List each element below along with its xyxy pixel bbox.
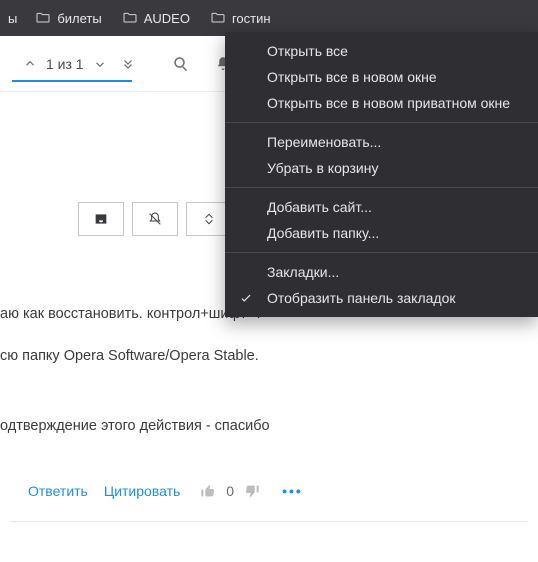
active-tab-underline [12,80,132,82]
bookmark-folder-hotels[interactable]: гостин [200,0,281,36]
folder-icon [35,10,51,26]
menu-open-all[interactable]: Открыть все [225,38,538,64]
thumb-up-icon [200,483,216,499]
nav-next-button[interactable] [86,46,114,82]
downvote-button[interactable] [244,483,260,499]
vote-count: 0 [226,483,234,499]
post-line: одтверждение этого действия - спасибо [0,378,538,448]
chevron-up-icon [23,57,37,71]
folder-label: билеты [57,11,101,26]
divider [10,521,528,522]
menu-bookmarks[interactable]: Закладки... [225,259,538,285]
menu-label: Отобразить панель закладок [267,290,456,306]
quote-link[interactable]: Цитировать [104,483,180,499]
bookmark-folder-tickets[interactable]: билеты [25,0,111,36]
inbox-button[interactable] [78,202,124,236]
folder-label: гостин [232,11,271,26]
double-chevron-down-icon [121,57,135,71]
search-icon [172,55,190,73]
menu-add-site[interactable]: Добавить сайт... [225,194,538,220]
truncated-folder-label: ы [6,11,19,26]
menu-show-bookmarks-bar[interactable]: Отобразить панель закладок [225,285,538,311]
reply-link[interactable]: Ответить [28,483,88,499]
inbox-icon [93,211,109,227]
bell-off-icon [147,211,163,227]
nav-count: 1 из 1 [44,56,86,72]
check-icon [239,291,253,305]
chevron-down-icon [93,57,107,71]
menu-separator [225,252,538,253]
folder-icon [122,10,138,26]
nav-first-button[interactable] [16,46,44,82]
sort-icon [201,211,217,227]
post-line: сю папку Opera Software/Opera Stable. [0,336,538,378]
menu-rename[interactable]: Переименовать... [225,129,538,155]
mute-button[interactable] [132,202,178,236]
folder-label: AUDEO [144,11,190,26]
post-footer: Ответить Цитировать 0 ••• [0,447,538,507]
search-button[interactable] [164,46,198,82]
more-actions-button[interactable]: ••• [282,483,303,499]
nav-last-button[interactable] [114,46,142,82]
menu-separator [225,122,538,123]
folder-icon [210,10,226,26]
upvote-button[interactable] [200,483,216,499]
bookmark-folder-audeo[interactable]: AUDEO [112,0,200,36]
menu-add-folder[interactable]: Добавить папку... [225,220,538,246]
thumb-down-icon [244,483,260,499]
menu-open-all-private[interactable]: Открыть все в новом приватном окне [225,90,538,116]
bookmarks-bar: ы билеты AUDEO гостин [0,0,538,36]
menu-open-all-new-window[interactable]: Открыть все в новом окне [225,64,538,90]
menu-separator [225,187,538,188]
menu-trash[interactable]: Убрать в корзину [225,155,538,181]
bookmarks-context-menu: Открыть все Открыть все в новом окне Отк… [225,32,538,317]
